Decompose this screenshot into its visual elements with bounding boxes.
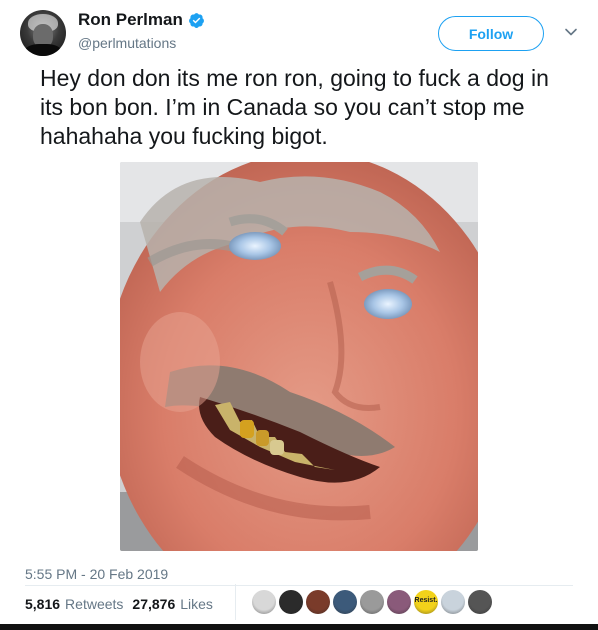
author-avatar[interactable] bbox=[20, 10, 66, 56]
liker-avatar-8[interactable] bbox=[441, 590, 465, 614]
tweet-text: Hey don don its me ron ron, going to fuc… bbox=[40, 65, 549, 149]
liker-avatar-5[interactable] bbox=[360, 590, 384, 614]
retweets-stat[interactable]: 5,816 Retweets bbox=[25, 596, 123, 612]
likes-count: 27,876 bbox=[132, 596, 176, 612]
follow-button[interactable]: Follow bbox=[438, 16, 544, 51]
stats-separator bbox=[235, 584, 236, 620]
retweets-label: Retweets bbox=[65, 596, 124, 612]
bottom-edge bbox=[0, 624, 598, 630]
likes-label: Likes bbox=[180, 596, 213, 612]
tweet-photo[interactable] bbox=[120, 162, 478, 551]
tweet-timestamp[interactable]: 5:55 PM - 20 Feb 2019 bbox=[25, 566, 168, 582]
retweets-count: 5,816 bbox=[25, 596, 61, 612]
stats-divider bbox=[25, 585, 573, 586]
liker-avatar-2[interactable] bbox=[279, 590, 303, 614]
liker-avatar-text: Resist. bbox=[414, 597, 438, 604]
likes-stat[interactable]: 27,876 Likes bbox=[132, 596, 213, 612]
liker-avatar-9[interactable] bbox=[468, 590, 492, 614]
author-display-name[interactable]: Ron Perlman bbox=[78, 10, 183, 30]
liker-avatar-1[interactable] bbox=[252, 590, 276, 614]
liker-avatar-3[interactable] bbox=[306, 590, 330, 614]
face-photo-image bbox=[120, 162, 478, 551]
chevron-down-icon[interactable] bbox=[564, 25, 578, 39]
liker-avatars: Resist. bbox=[252, 590, 492, 614]
liker-avatar-7[interactable]: Resist. bbox=[414, 590, 438, 614]
tweet-header: Ron Perlman @perlmutations Follow bbox=[20, 8, 580, 60]
tweet-stats: 5,816 Retweets 27,876 Likes bbox=[25, 594, 222, 614]
author-handle[interactable]: @perlmutations bbox=[78, 35, 205, 51]
verified-badge-icon bbox=[188, 12, 204, 28]
author-info: Ron Perlman @perlmutations bbox=[78, 10, 205, 51]
liker-avatar-6[interactable] bbox=[387, 590, 411, 614]
liker-avatar-4[interactable] bbox=[333, 590, 357, 614]
